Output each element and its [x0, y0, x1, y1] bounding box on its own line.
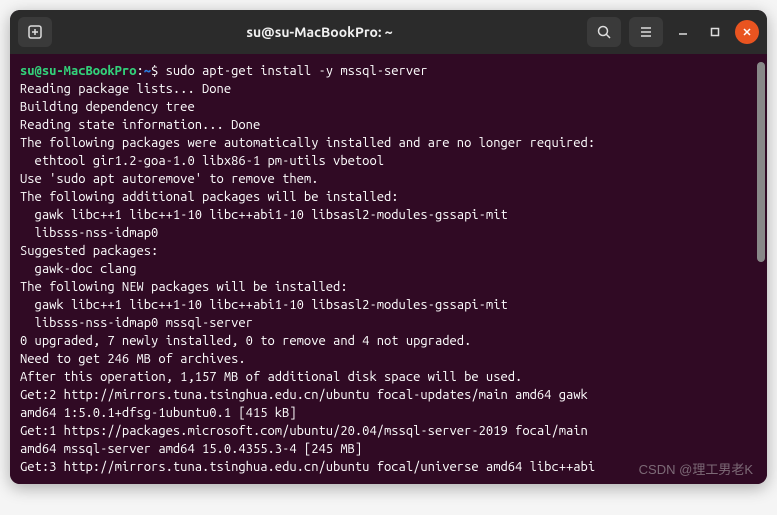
maximize-button[interactable]	[703, 20, 727, 44]
output-line: Get:2 http://mirrors.tuna.tsinghua.edu.c…	[20, 388, 588, 402]
menu-button[interactable]	[629, 17, 663, 47]
prompt-symbol: $	[151, 64, 158, 78]
close-button[interactable]	[735, 20, 759, 44]
output-line: libsss-nss-idmap0 mssql-server	[20, 316, 253, 330]
prompt-user-host: su@su-MacBookPro	[20, 64, 136, 78]
output-line: gawk libc++1 libc++1-10 libc++abi1-10 li…	[20, 208, 508, 222]
prompt-path: ~	[144, 64, 151, 78]
output-line: gawk libc++1 libc++1-10 libc++abi1-10 li…	[20, 298, 508, 312]
output-line: amd64 mssql-server amd64 15.0.4355.3-4 […	[20, 442, 362, 456]
output-line: Suggested packages:	[20, 244, 158, 258]
output-line: After this operation, 1,157 MB of additi…	[20, 370, 522, 384]
terminal-content[interactable]: su@su-MacBookPro:~$ sudo apt-get install…	[10, 54, 767, 484]
output-line: libsss-nss-idmap0	[20, 226, 158, 240]
output-line: 0 upgraded, 7 newly installed, 0 to remo…	[20, 334, 471, 348]
terminal-window: su@su-MacBookPro: ~ su@su-MacBookPro:~$ …	[10, 10, 767, 484]
titlebar: su@su-MacBookPro: ~	[10, 10, 767, 54]
scrollbar[interactable]	[757, 62, 765, 262]
prompt-separator: :	[136, 64, 143, 78]
output-line: The following additional packages will b…	[20, 190, 399, 204]
output-line: Reading state information... Done	[20, 118, 260, 132]
minimize-button[interactable]	[671, 20, 695, 44]
search-button[interactable]	[587, 17, 621, 47]
output-line: Reading package lists... Done	[20, 82, 231, 96]
output-line: gawk-doc clang	[20, 262, 136, 276]
output-line: Use 'sudo apt autoremove' to remove them…	[20, 172, 318, 186]
output-line: The following packages were automaticall…	[20, 136, 595, 150]
output-line: Get:1 https://packages.microsoft.com/ubu…	[20, 424, 588, 438]
command-text: sudo apt-get install -y mssql-server	[166, 64, 428, 78]
window-title: su@su-MacBookPro: ~	[52, 24, 587, 40]
output-line: The following NEW packages will be insta…	[20, 280, 348, 294]
output-line: amd64 1:5.0.1+dfsg-1ubuntu0.1 [415 kB]	[20, 406, 297, 420]
output-line: Need to get 246 MB of archives.	[20, 352, 246, 366]
new-tab-button[interactable]	[18, 17, 52, 47]
output-line: Get:3 http://mirrors.tuna.tsinghua.edu.c…	[20, 460, 595, 474]
output-line: Building dependency tree	[20, 100, 195, 114]
output-line: ethtool gir1.2-goa-1.0 libx86-1 pm-utils…	[20, 154, 384, 168]
